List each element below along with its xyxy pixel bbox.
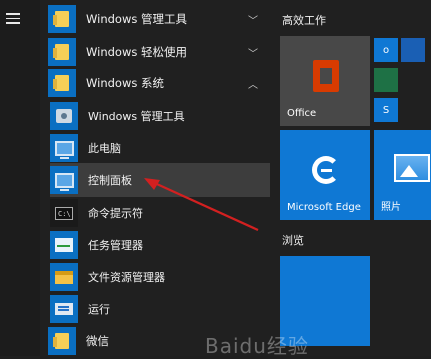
chevron-up-icon: ︿ xyxy=(248,79,258,91)
app-label: 命令提示符 xyxy=(88,207,143,220)
app-control-panel[interactable]: 控制面板 xyxy=(50,163,270,197)
app-task-manager[interactable]: 任务管理器 xyxy=(50,228,270,262)
app-label: 运行 xyxy=(88,303,110,316)
office-icon xyxy=(313,60,339,92)
left-rail xyxy=(0,0,40,356)
task-manager-icon xyxy=(50,231,78,259)
cmd-icon: C:\ xyxy=(50,199,78,227)
edge-icon xyxy=(312,156,340,184)
admin-tools-icon xyxy=(50,102,78,130)
folder-icon xyxy=(48,327,76,355)
word-icon[interactable] xyxy=(401,38,425,62)
app-run[interactable]: 运行 xyxy=(50,292,270,326)
group-title-browse: 浏览 xyxy=(282,234,304,247)
folder-label: Windows 轻松使用 xyxy=(86,45,187,59)
app-this-pc[interactable]: 此电脑 xyxy=(50,131,270,165)
app-label: 文件资源管理器 xyxy=(88,271,165,284)
folder-windows-admin-tools[interactable]: Windows 管理工具 ﹀ xyxy=(48,2,272,36)
app-file-explorer[interactable]: 文件资源管理器 xyxy=(50,260,270,294)
app-list: Windows 管理工具 ﹀ Windows 轻松使用 ﹀ Windows 系统… xyxy=(40,0,272,356)
watermark: Baidu经验 xyxy=(205,334,309,358)
app-admin-tools[interactable]: Windows 管理工具 xyxy=(50,99,270,133)
skype-icon[interactable]: S xyxy=(374,98,398,122)
folder-icon xyxy=(48,69,76,97)
small-tile-group: o S xyxy=(372,36,426,126)
app-label: Windows 管理工具 xyxy=(88,110,185,123)
app-label: 此电脑 xyxy=(88,142,121,155)
folder-icon xyxy=(48,38,76,66)
app-label: 任务管理器 xyxy=(88,239,143,252)
app-command-prompt[interactable]: C:\ 命令提示符 xyxy=(50,196,270,230)
group-title-productivity: 高效工作 xyxy=(282,14,326,27)
tile-label: Office xyxy=(287,108,317,119)
computer-icon xyxy=(50,134,78,162)
folder-label: Windows 系统 xyxy=(86,76,164,90)
folder-windows-system[interactable]: Windows 系统 ︿ xyxy=(48,66,272,100)
chevron-down-icon: ﹀ xyxy=(248,48,258,60)
tile-office[interactable]: Office xyxy=(280,36,370,126)
tile-area: 高效工作 Office o S Microsoft Edge 照片 浏览 xyxy=(272,0,431,356)
tile-photos[interactable]: 照片 xyxy=(374,130,431,220)
folder-windows-ease-of-access[interactable]: Windows 轻松使用 ﹀ xyxy=(48,35,272,69)
tile-label: 照片 xyxy=(381,202,401,213)
run-icon xyxy=(50,295,78,323)
photos-icon xyxy=(394,154,430,182)
app-label: 控制面板 xyxy=(88,174,132,187)
folder-icon xyxy=(48,5,76,33)
tile-microsoft-edge[interactable]: Microsoft Edge xyxy=(280,130,370,220)
chevron-down-icon: ﹀ xyxy=(248,15,258,27)
control-panel-icon xyxy=(50,166,78,194)
folder-label: 微信 xyxy=(86,334,109,348)
outlook-icon[interactable]: o xyxy=(374,38,398,62)
tile-label: Microsoft Edge xyxy=(287,202,361,213)
hamburger-menu-icon[interactable] xyxy=(6,13,20,24)
excel-icon[interactable] xyxy=(374,68,398,92)
file-explorer-icon xyxy=(50,263,78,291)
folder-label: Windows 管理工具 xyxy=(86,12,187,26)
